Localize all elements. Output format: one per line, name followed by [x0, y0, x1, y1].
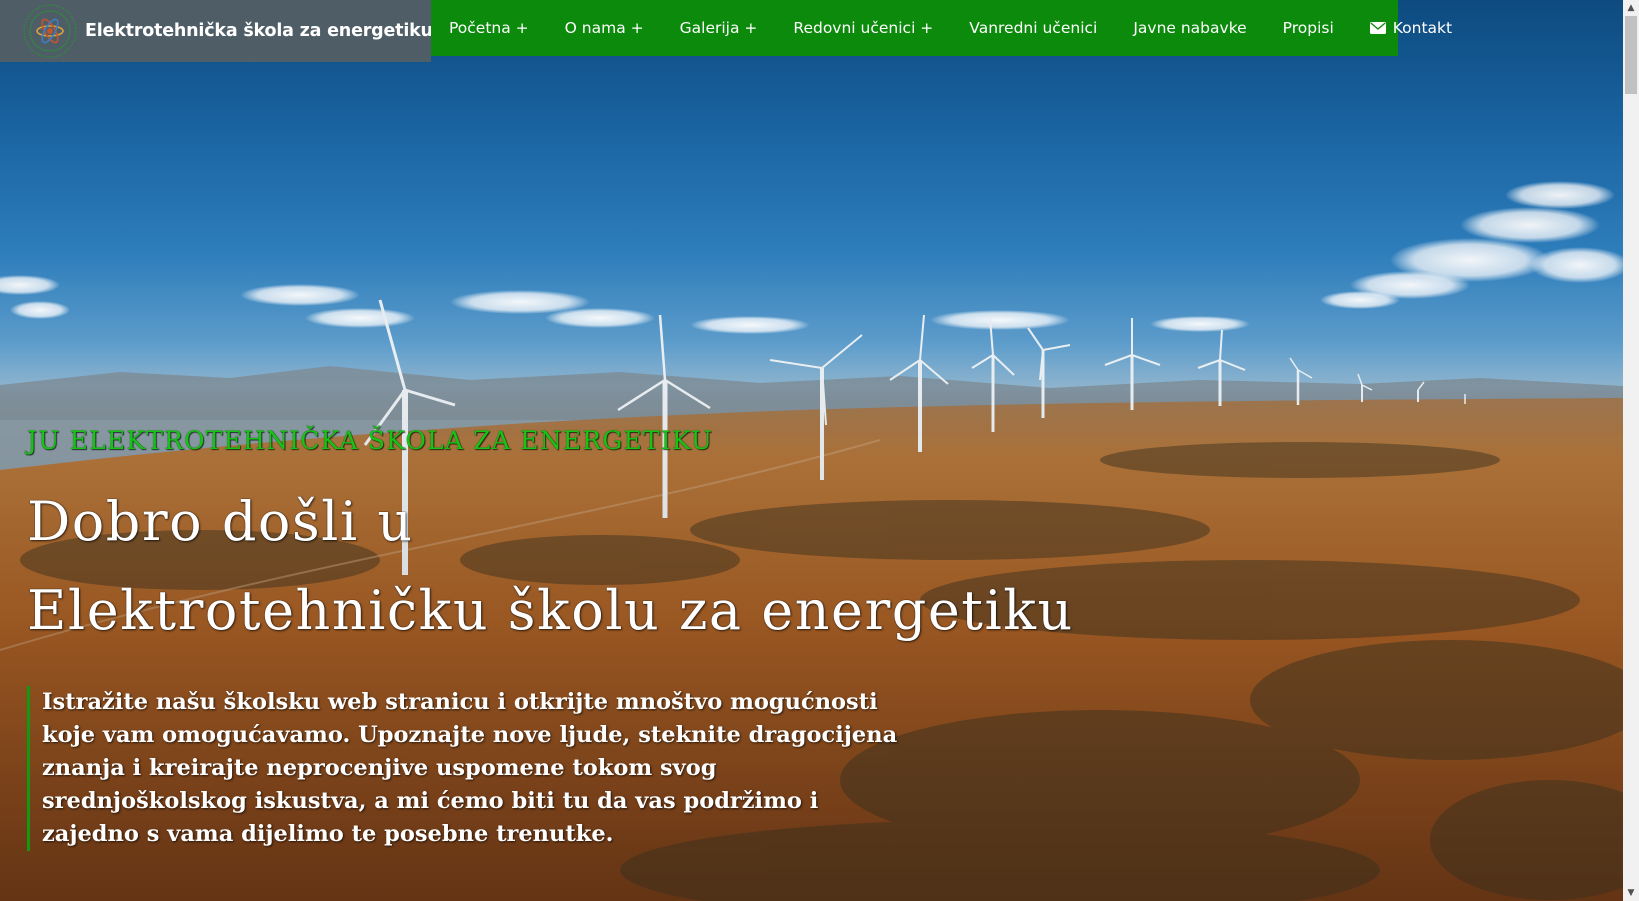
scroll-down-arrow-icon[interactable]: ▼	[1623, 885, 1639, 901]
nav-item-pocetna[interactable]: Početna +	[449, 19, 529, 37]
nav-item-propisi[interactable]: Propisi	[1283, 19, 1334, 37]
page-scrollbar[interactable]: ▲ ▼	[1623, 0, 1639, 901]
page: Elektrotehnička škola za energetiku Poče…	[0, 0, 1639, 901]
nav-item-galerija[interactable]: Galerija +	[680, 19, 758, 37]
nav-item-kontakt-label: Kontakt	[1392, 19, 1453, 37]
main-navigation: Početna + O nama + Galerija + Redovni uč…	[431, 0, 1452, 56]
site-title[interactable]: Elektrotehnička škola za energetiku	[85, 21, 433, 41]
school-emblem-icon	[23, 4, 77, 58]
scrollbar-thumb[interactable]	[1625, 16, 1637, 94]
nav-item-javne-nabavke[interactable]: Javne nabavke	[1133, 19, 1246, 37]
envelope-icon	[1369, 22, 1386, 34]
hero-kicker: JU ELEKTROTEHNIČKA ŠKOLA ZA ENERGETIKU	[27, 426, 714, 455]
nav-item-kontakt[interactable]: Kontakt	[1369, 19, 1453, 37]
scroll-up-arrow-icon[interactable]: ▲	[1623, 0, 1639, 16]
nav-item-o-nama[interactable]: O nama +	[565, 19, 644, 37]
hero-headline-line-1: Dobro došli u	[27, 490, 414, 553]
site-brand[interactable]: Elektrotehnička škola za energetiku	[0, 0, 433, 62]
nav-item-vanredni-ucenici[interactable]: Vanredni učenici	[969, 19, 1097, 37]
nav-item-redovni-ucenici[interactable]: Redovni učenici +	[793, 19, 933, 37]
hero-headline-line-2: Elektrotehničku školu za energetiku	[27, 579, 1074, 642]
hero-lead-paragraph: Istražite našu školsku web stranicu i ot…	[27, 686, 907, 851]
